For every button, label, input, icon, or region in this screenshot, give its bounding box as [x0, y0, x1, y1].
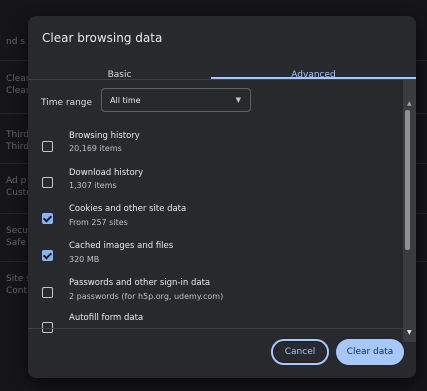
passwords-checkbox[interactable]	[42, 287, 53, 298]
item-title: Autofill form data	[69, 313, 144, 323]
cookies-checkbox[interactable]	[42, 213, 53, 224]
scrollbar[interactable]: ▲ ▼	[403, 80, 416, 342]
cached-images-checkbox[interactable]	[42, 250, 53, 261]
scroll-down-icon[interactable]: ▼	[407, 329, 412, 336]
item-subtitle: 2 passwords (for h5p.org, udemy.com)	[69, 292, 224, 301]
item-title: Cached images and files	[69, 241, 174, 251]
data-types-list[interactable]: Browsing history 20,169 items Download h…	[28, 16, 404, 342]
item-subtitle: From 257 sites	[69, 218, 128, 227]
item-title: Passwords and other sign-in data	[69, 278, 211, 288]
item-title: Download history	[69, 168, 144, 178]
scrollbar-thumb[interactable]	[405, 110, 410, 250]
list-item: Cookies and other site data From 257 sit…	[28, 203, 404, 239]
item-title: Browsing history	[69, 131, 140, 141]
footer-divider	[28, 328, 416, 329]
item-subtitle: 320 MB	[69, 255, 100, 264]
list-item: Browsing history 20,169 items	[28, 129, 404, 165]
item-subtitle: 20,169 items	[69, 144, 122, 153]
browsing-history-checkbox[interactable]	[42, 141, 53, 152]
item-title: Cookies and other site data	[69, 204, 187, 214]
download-history-checkbox[interactable]	[42, 177, 53, 188]
list-item: Cached images and files 320 MB	[28, 240, 404, 276]
cancel-button[interactable]: Cancel	[271, 339, 329, 365]
list-item: Download history 1,307 items	[28, 166, 404, 202]
clear-browsing-data-dialog: Clear browsing data Basic Advanced Time …	[28, 16, 416, 378]
scroll-up-icon[interactable]: ▲	[407, 100, 412, 107]
list-item: Passwords and other sign-in data 2 passw…	[28, 277, 404, 313]
clear-data-button[interactable]: Clear data	[336, 339, 404, 365]
item-subtitle: 1,307 items	[69, 181, 117, 190]
